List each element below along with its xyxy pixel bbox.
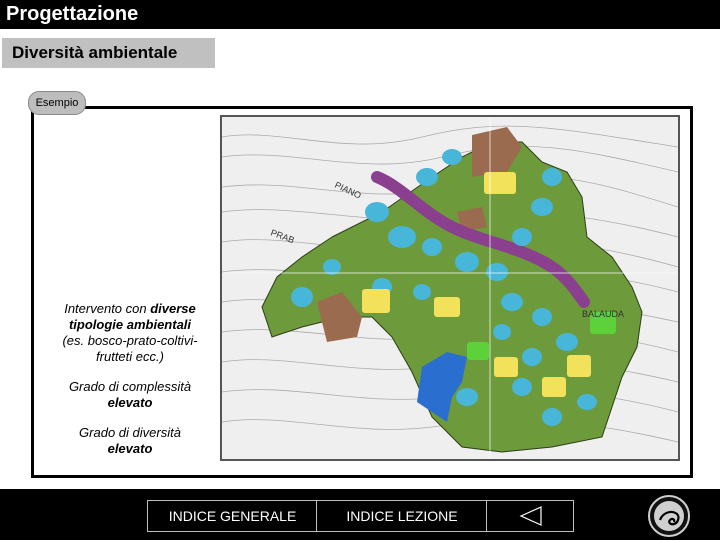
desc-line2-bold: tipologie ambientali [68,317,192,332]
seal-logo-icon[interactable] [646,494,692,538]
description-text: Intervento con diverse tipologie ambient… [52,301,208,457]
diversity-label: Grado di diversità [79,425,181,440]
desc-line3: (es. bosco-prato-coltivi-frutteti ecc.) [62,333,198,364]
section-subtitle: Diversità ambientale [2,38,215,68]
general-index-button[interactable]: INDICE GENERALE [147,500,318,532]
desc-line1-bold: diverse [150,301,196,316]
complexity-label: Grado di complessità [68,379,192,394]
land-use-map: PIANO PRAB BALAUDA [220,115,680,461]
back-button[interactable] [486,500,574,532]
top-bar: Progettazione [0,0,720,29]
map-label-balauda: BALAUDA [582,309,624,319]
desc-line1-normal: Intervento con [64,301,151,316]
example-badge: Esempio [28,91,86,115]
triangle-left-icon [519,506,542,526]
complexity-value: elevato [107,395,153,410]
lesson-index-button[interactable]: INDICE LEZIONE [316,500,488,532]
diversity-value: elevato [107,441,153,456]
page-title: Progettazione [6,3,139,25]
